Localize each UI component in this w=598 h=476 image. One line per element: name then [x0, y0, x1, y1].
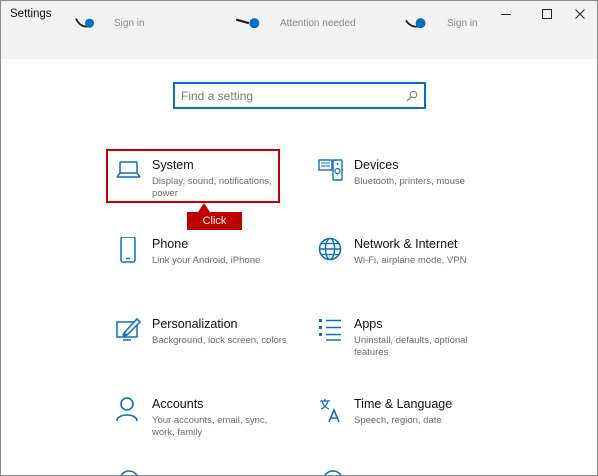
title-bar: Settings Sign in Attention needed Sign i…	[1, 1, 597, 59]
personalization-icon	[116, 317, 142, 341]
tile-description: Speech, region, date	[354, 415, 442, 426]
avatar-icon	[75, 18, 95, 28]
avatar-icon	[405, 18, 426, 29]
tile-description: Link your Android, iPhone	[152, 255, 261, 266]
settings-window: Settings Sign in Attention needed Sign i…	[0, 0, 598, 476]
minimize-button[interactable]	[486, 3, 526, 25]
devices-icon	[318, 159, 343, 181]
maximize-icon	[542, 9, 552, 19]
header-account-label: Attention needed	[280, 18, 356, 29]
tile-title: Network & Internet	[354, 237, 458, 251]
gaming-icon	[120, 470, 138, 475]
tile-description: Uninstall, defaults, optional features	[354, 335, 468, 358]
tile-title: Devices	[354, 158, 399, 172]
tile-description: Bluetooth, printers, mouse	[354, 176, 465, 187]
minimize-icon	[501, 14, 511, 15]
tile-personalization[interactable]: Personalization Background, lock screen,…	[116, 317, 316, 377]
tile-network-internet[interactable]: Network & Internet Wi-Fi, airplane mode,…	[318, 237, 518, 297]
ease-of-access-icon	[324, 470, 342, 475]
close-button[interactable]	[560, 3, 597, 25]
window-title: Settings	[10, 8, 52, 20]
phone-icon	[120, 237, 136, 263]
tile-title: Apps	[354, 317, 383, 331]
sync-icon	[235, 18, 260, 29]
search-box[interactable]	[173, 82, 426, 109]
tile-description: Background, lock screen, colors	[152, 335, 287, 346]
tile-description: Your accounts, email, sync, work, family	[152, 415, 268, 438]
click-callout: Click	[187, 212, 242, 230]
system-highlight-box	[106, 149, 280, 203]
tile-apps[interactable]: Apps Uninstall, defaults, optional featu…	[318, 317, 518, 377]
tile-description: Wi-Fi, airplane mode, VPN	[354, 255, 467, 266]
tile-title: Personalization	[152, 317, 238, 331]
header-account-label: Sign in	[447, 18, 478, 29]
globe-icon	[318, 237, 342, 261]
apps-list-icon	[319, 319, 341, 341]
header-account-label: Sign in	[114, 18, 145, 29]
search-input[interactable]	[181, 87, 399, 105]
tile-time-language[interactable]: Time & Language Speech, region, date	[318, 397, 518, 457]
tile-title: Time & Language	[354, 397, 453, 411]
tile-title: Accounts	[152, 397, 204, 411]
tile-title: Phone	[152, 237, 189, 251]
tile-phone[interactable]: Phone Link your Android, iPhone	[116, 237, 316, 297]
tile-devices[interactable]: Devices Bluetooth, printers, mouse	[318, 158, 518, 218]
time-language-icon	[320, 399, 340, 423]
tile-accounts[interactable]: Accounts Your accounts, email, sync, wor…	[116, 397, 316, 457]
close-icon	[575, 9, 585, 19]
callout-pointer	[198, 203, 210, 212]
person-icon	[116, 397, 138, 422]
search-icon[interactable]	[406, 90, 418, 102]
